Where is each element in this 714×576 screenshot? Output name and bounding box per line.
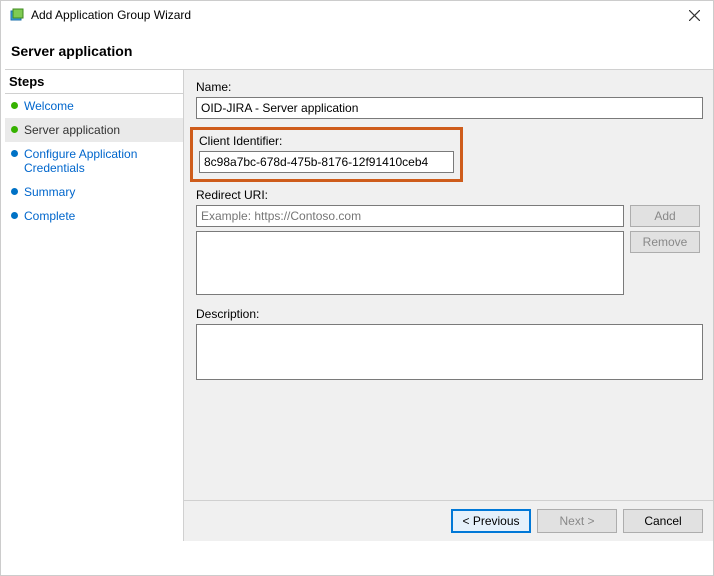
button-row: < Previous Next > Cancel: [184, 500, 713, 541]
bullet-icon: [11, 212, 18, 219]
bullet-icon: [11, 150, 18, 157]
bullet-icon: [11, 126, 18, 133]
redirect-uri-input[interactable]: [196, 205, 624, 227]
step-welcome[interactable]: Welcome: [5, 94, 183, 118]
redirect-uri-row: Redirect URI: Add Remove: [196, 188, 703, 295]
previous-button[interactable]: < Previous: [451, 509, 531, 533]
name-input[interactable]: [196, 97, 703, 119]
form-panel: Name: Client Identifier: Redirect URI: A…: [183, 69, 713, 541]
client-id-label: Client Identifier:: [199, 134, 454, 148]
name-row: Name:: [196, 80, 703, 119]
redirect-uri-list[interactable]: [196, 231, 624, 295]
step-summary[interactable]: Summary: [5, 180, 183, 204]
step-label: Summary: [24, 185, 75, 199]
step-server-application[interactable]: Server application: [5, 118, 183, 142]
wizard-icon: [9, 7, 25, 23]
page-heading: Server application: [1, 29, 713, 69]
close-icon[interactable]: [687, 8, 701, 22]
add-button: Add: [630, 205, 700, 227]
redirect-uri-list-row: Remove: [196, 231, 703, 295]
redirect-uri-label: Redirect URI:: [196, 188, 703, 202]
client-id-input[interactable]: [199, 151, 454, 173]
name-label: Name:: [196, 80, 703, 94]
next-button: Next >: [537, 509, 617, 533]
step-label: Configure Application Credentials: [24, 147, 179, 175]
step-label: Complete: [24, 209, 75, 223]
bullet-icon: [11, 102, 18, 109]
description-input[interactable]: [196, 324, 703, 380]
step-label: Server application: [24, 123, 120, 137]
bullet-icon: [11, 188, 18, 195]
title-bar: Add Application Group Wizard: [1, 1, 713, 29]
cancel-button[interactable]: Cancel: [623, 509, 703, 533]
step-complete[interactable]: Complete: [5, 204, 183, 228]
step-label: Welcome: [24, 99, 74, 113]
description-label: Description:: [196, 307, 703, 321]
remove-button: Remove: [630, 231, 700, 253]
body-wrap: Steps Welcome Server application Configu…: [1, 69, 713, 541]
dialog-title: Add Application Group Wizard: [31, 8, 687, 22]
step-configure-credentials[interactable]: Configure Application Credentials: [5, 142, 183, 180]
redirect-uri-input-row: Add: [196, 205, 703, 227]
description-row: Description:: [196, 307, 703, 383]
steps-panel: Steps Welcome Server application Configu…: [1, 69, 183, 541]
steps-header: Steps: [5, 69, 183, 94]
client-id-highlight: Client Identifier:: [190, 127, 463, 182]
